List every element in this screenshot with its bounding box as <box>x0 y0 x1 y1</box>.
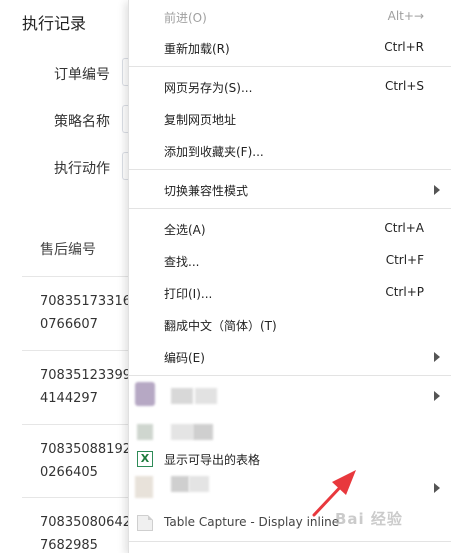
menu-item-shortcut: Ctrl+F <box>385 253 424 267</box>
watermark-logo: Bai 经验 <box>335 510 403 528</box>
blurred-text <box>171 388 193 404</box>
menu-item-shortcut: Ctrl+R <box>384 40 424 54</box>
menu-item-forward[interactable]: 前进(O) Alt+→ <box>129 3 451 31</box>
menu-item-save-as[interactable]: 网页另存为(S)... Ctrl+S <box>129 73 451 101</box>
menu-item-label: 添加到收藏夹(F)... <box>164 145 264 159</box>
blurred-icon <box>137 424 153 440</box>
menu-item-translate[interactable]: 翻成中文（简体）(T) <box>129 311 451 339</box>
blurred-icon <box>135 382 155 406</box>
menu-item-show-exportable-tables[interactable]: X 显示可导出的表格 <box>129 445 451 473</box>
page-title: 执行记录 <box>22 14 87 33</box>
submenu-arrow-icon <box>434 391 440 401</box>
table-cell-line1: 708350881925 <box>40 442 130 457</box>
menu-item-select-all[interactable]: 全选(A) Ctrl+A <box>129 215 451 243</box>
menu-item-copy-url[interactable]: 复制网页地址 <box>129 105 451 133</box>
menu-item-add-favorite[interactable]: 添加到收藏夹(F)... <box>129 137 451 165</box>
order-number-label: 订单编号 <box>54 67 110 83</box>
table-cell-line1: 708350806423 <box>40 515 130 530</box>
menu-item-shortcut: Ctrl+A <box>384 221 424 235</box>
menu-item-label: 网页另存为(S)... <box>164 81 253 95</box>
excel-icon: X <box>137 451 153 467</box>
table-cell-line2: 7682985 <box>40 538 98 553</box>
menu-item-blurred-extension[interactable] <box>129 474 451 502</box>
menu-separator <box>129 375 451 376</box>
table-cell-line2: 0766607 <box>40 317 98 332</box>
blurred-text <box>171 476 189 492</box>
menu-item-blurred-extension[interactable] <box>129 382 451 410</box>
menu-separator <box>129 208 451 209</box>
blurred-text <box>171 424 193 440</box>
menu-item-label: 重新加载(R) <box>164 42 230 56</box>
row-divider <box>22 497 132 498</box>
aftersale-number-column-header: 售后编号 <box>40 242 96 258</box>
table-cell-line2: 4144297 <box>40 391 98 406</box>
menu-item-label: 前进(O) <box>164 11 207 25</box>
submenu-arrow-icon <box>434 352 440 362</box>
menu-item-label: 全选(A) <box>164 223 206 237</box>
blurred-icon <box>135 476 153 498</box>
strategy-name-label: 策略名称 <box>54 114 110 130</box>
table-cell-line2: 0266405 <box>40 465 98 480</box>
menu-item-label: 切换兼容性模式 <box>164 184 249 198</box>
menu-item-shortcut: Alt+→ <box>387 9 424 23</box>
blurred-text <box>195 388 217 404</box>
row-divider <box>22 276 132 277</box>
submenu-arrow-icon <box>434 483 440 493</box>
menu-item-blurred-extension[interactable] <box>129 418 451 446</box>
menu-separator <box>129 169 451 170</box>
menu-separator <box>129 541 451 542</box>
page-icon <box>137 515 153 531</box>
table-cell-line1: 708351733169 <box>40 294 130 309</box>
blurred-text <box>193 424 213 440</box>
menu-item-label: 翻成中文（简体）(T) <box>164 319 277 333</box>
execution-action-label: 执行动作 <box>54 161 110 177</box>
menu-item-label: 复制网页地址 <box>164 113 237 127</box>
menu-item-compat-mode[interactable]: 切换兼容性模式 <box>129 176 451 204</box>
menu-item-shortcut: Ctrl+P <box>385 285 424 299</box>
menu-separator <box>129 66 451 67</box>
menu-item-shortcut: Ctrl+S <box>384 79 424 93</box>
blurred-text <box>189 476 209 492</box>
menu-item-label: 编码(E) <box>164 351 205 365</box>
row-divider <box>22 424 132 425</box>
menu-item-find[interactable]: 查找... Ctrl+F <box>129 247 451 275</box>
row-divider <box>22 350 132 351</box>
table-cell-line1: 708351233997 <box>40 368 130 383</box>
menu-item-label: 查找... <box>164 255 200 269</box>
submenu-arrow-icon <box>434 185 440 195</box>
menu-item-label: 打印(I)... <box>164 287 213 301</box>
menu-item-reload[interactable]: 重新加载(R) Ctrl+R <box>129 34 451 62</box>
menu-item-encoding[interactable]: 编码(E) <box>129 343 451 371</box>
menu-item-label: Table Capture - Display inline <box>164 515 340 529</box>
menu-item-label: 显示可导出的表格 <box>164 453 261 467</box>
context-menu: 前进(O) Alt+→ 重新加载(R) Ctrl+R 网页另存为(S)... C… <box>128 0 451 553</box>
menu-item-print[interactable]: 打印(I)... Ctrl+P <box>129 279 451 307</box>
